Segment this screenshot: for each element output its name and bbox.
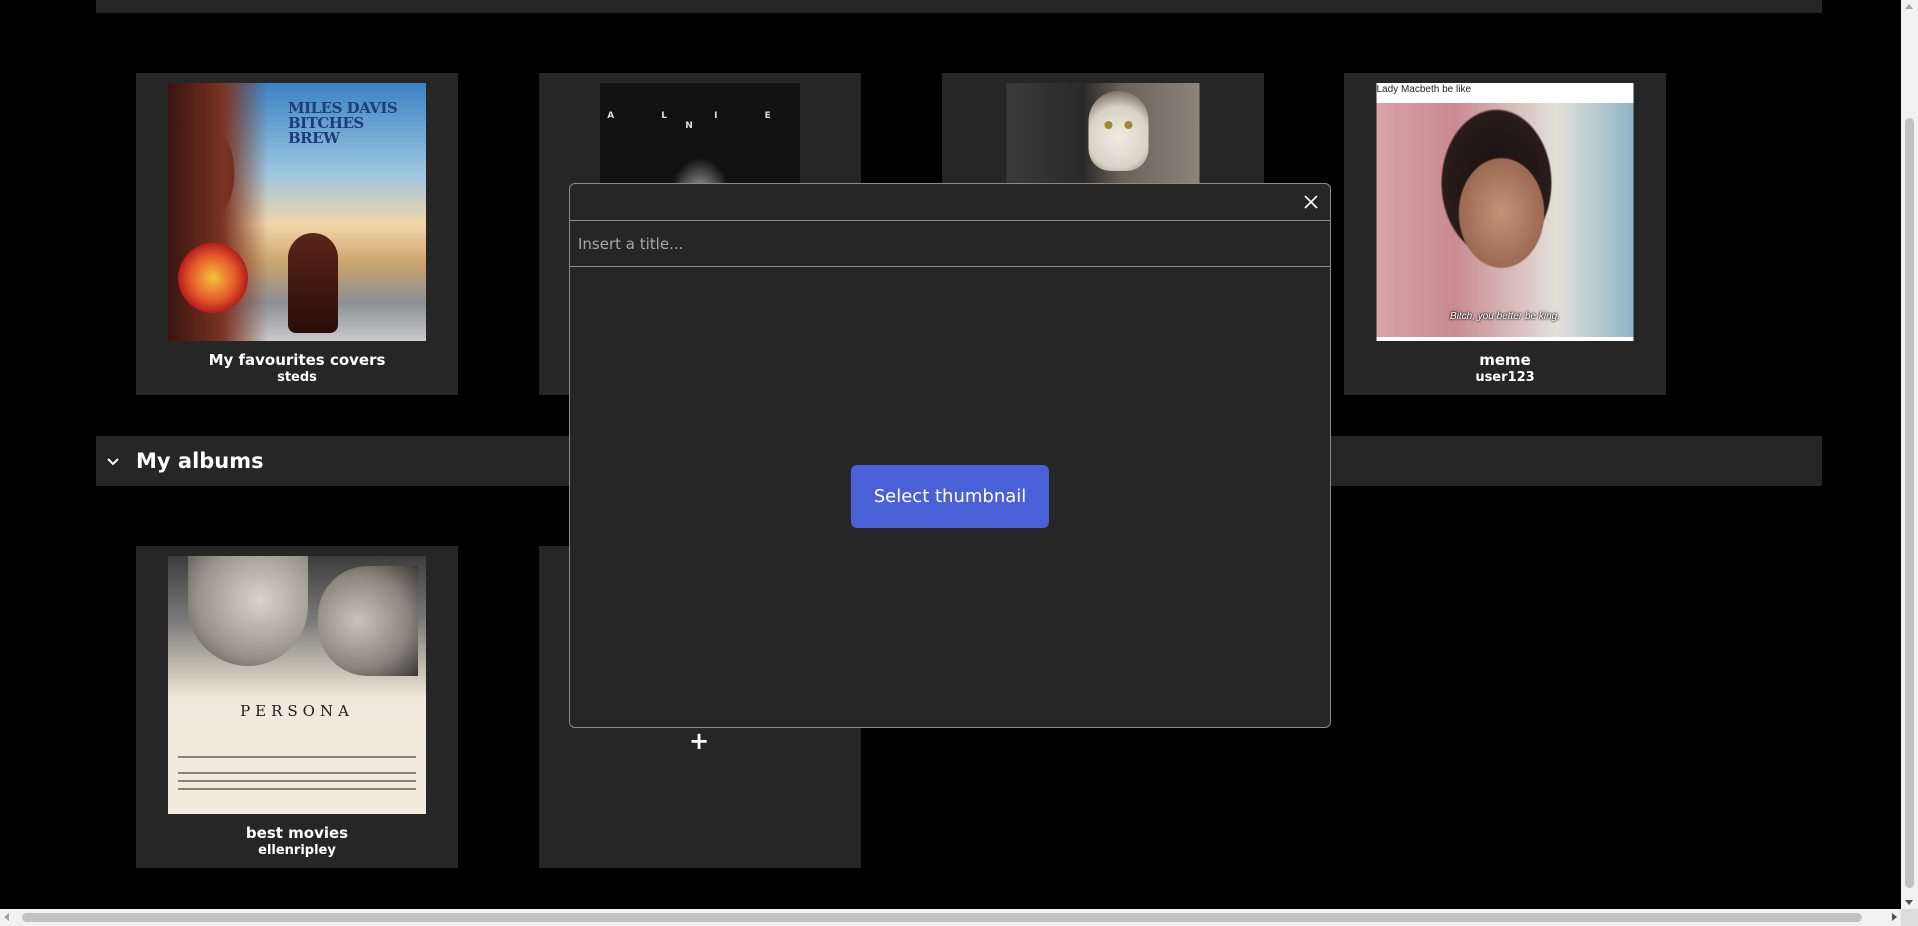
cat-eye (1104, 121, 1113, 129)
cover-credits-line (178, 756, 416, 758)
album-author: steds (277, 370, 317, 385)
cover-credits-line (178, 788, 416, 790)
horizontal-scrollbar-thumb[interactable] (22, 913, 1862, 922)
cover-text: PERSONA (240, 702, 354, 720)
album-title-input[interactable] (570, 221, 1330, 267)
album-cover-image: Lady Macbeth be like Bitch, you better b… (1376, 83, 1634, 341)
album-card[interactable]: Lady Macbeth be like Bitch, you better b… (1344, 73, 1666, 395)
chevron-down-icon[interactable] (104, 453, 122, 471)
cover-face (188, 556, 308, 666)
scroll-left-arrow-icon[interactable] (4, 913, 9, 921)
scroll-down-arrow-icon[interactable] (1905, 900, 1913, 905)
plus-icon[interactable]: + (689, 729, 709, 753)
meme-caption: Lady Macbeth be like (1376, 84, 1472, 95)
album-author: ellenripley (258, 843, 336, 858)
section-title: My albums (136, 449, 264, 473)
album-title: best movies (245, 824, 349, 842)
cover-text: A L I E N (607, 111, 793, 131)
cover-credits-line (178, 780, 416, 782)
vertical-scrollbar-thumb[interactable] (1905, 118, 1914, 888)
album-author: user123 (1475, 370, 1535, 385)
album-title: meme (1479, 351, 1531, 369)
scrollbar-corner (1901, 909, 1918, 926)
cover-credits-line (178, 772, 416, 774)
meme-photo (1376, 103, 1634, 337)
cover-face (318, 566, 418, 676)
page: MILES DAVIS BITCHES BREW My favourites c… (0, 0, 1918, 926)
cover-couple (288, 233, 338, 333)
cat-eye (1124, 121, 1133, 129)
create-album-modal: Select thumbnail (569, 183, 1331, 728)
scroll-right-arrow-icon[interactable] (1892, 913, 1897, 921)
album-cover-image: MILES DAVIS BITCHES BREW (168, 83, 426, 341)
cover-text: MILES DAVIS BITCHES BREW (288, 99, 398, 147)
close-icon[interactable] (1302, 193, 1320, 211)
album-card[interactable]: MILES DAVIS BITCHES BREW My favourites c… (136, 73, 458, 395)
meme-subtitle: Bitch, you better be king. (1449, 311, 1561, 322)
cover-flower (178, 243, 248, 313)
modal-header (570, 184, 1330, 221)
horizontal-scrollbar[interactable] (0, 909, 1901, 926)
vertical-scrollbar[interactable] (1901, 0, 1918, 909)
cover-cat (1088, 91, 1149, 171)
album-title: My favourites covers (208, 351, 386, 369)
previous-section-footer (96, 0, 1822, 13)
select-thumbnail-button[interactable]: Select thumbnail (851, 465, 1049, 528)
album-cover-image: PERSONA (168, 556, 426, 814)
album-card[interactable]: PERSONA best movies ellenripley (136, 546, 458, 868)
scroll-up-arrow-icon[interactable] (1905, 4, 1913, 9)
